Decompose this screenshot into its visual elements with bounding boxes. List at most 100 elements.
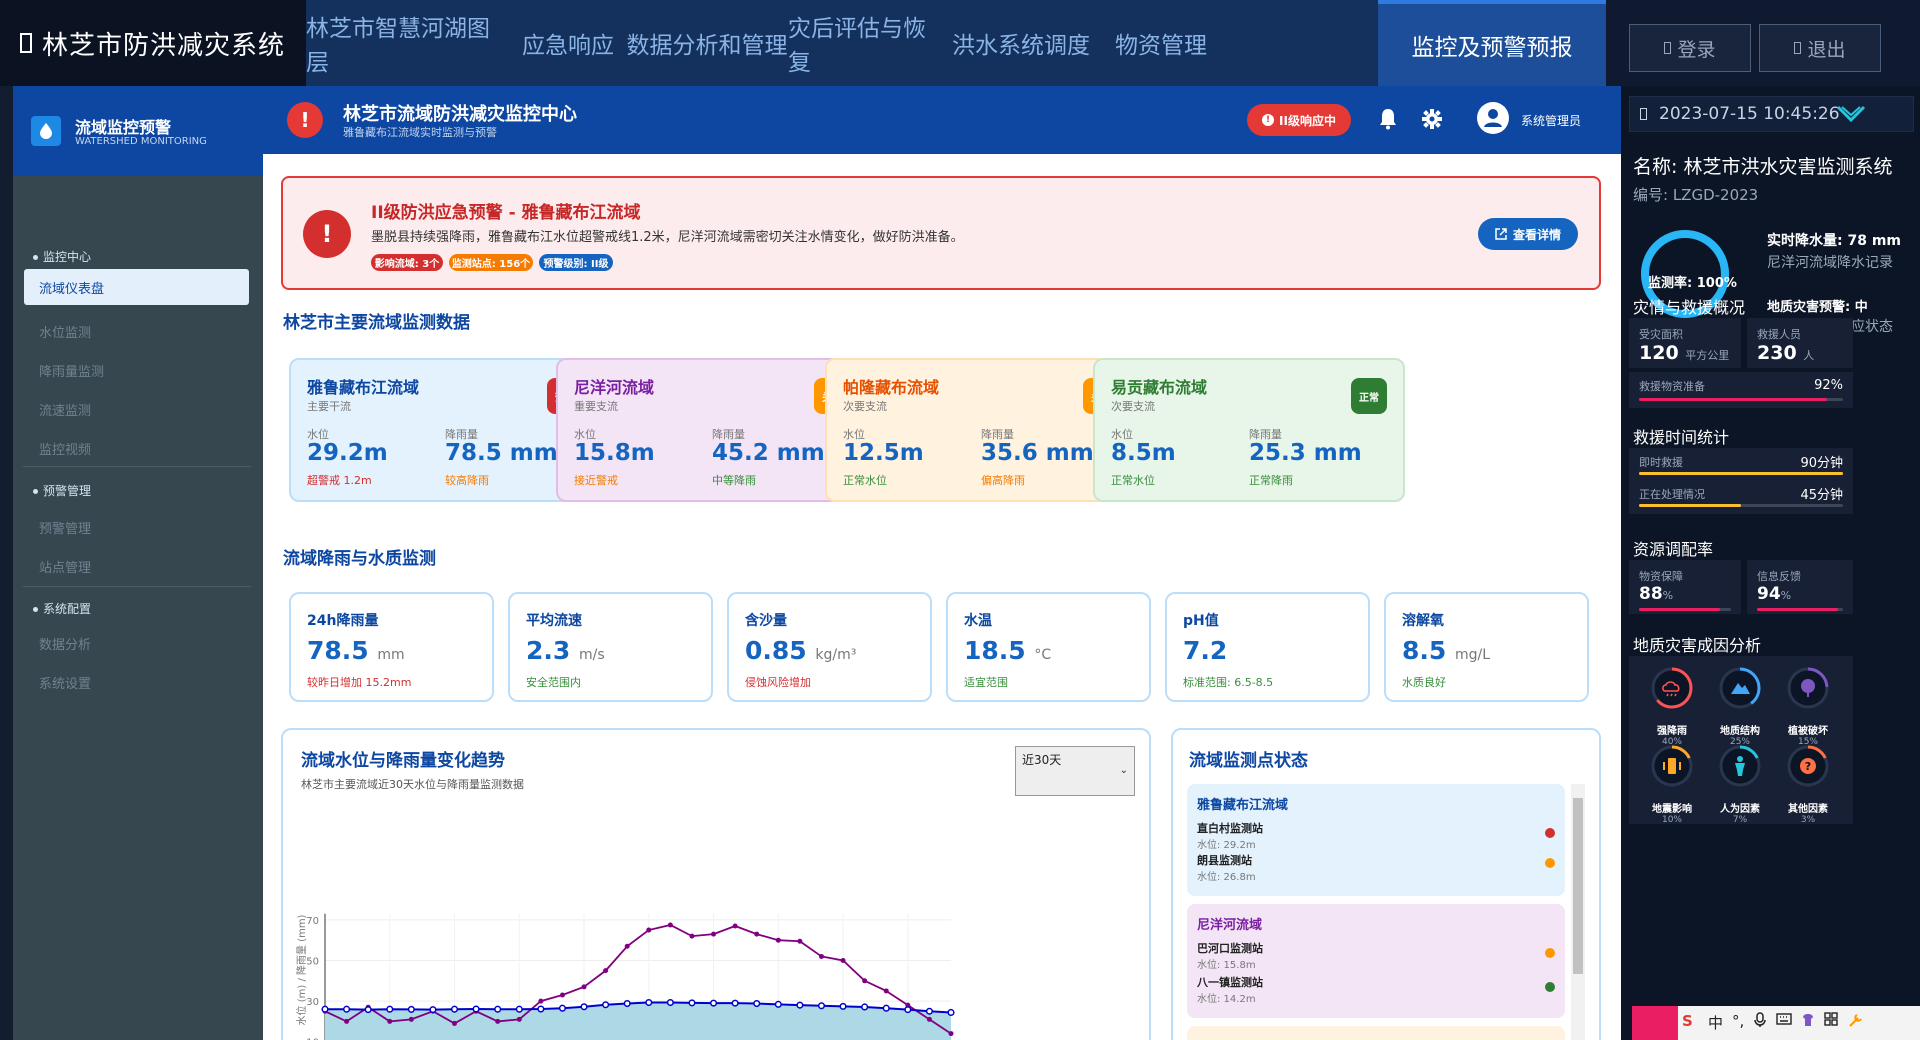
water-level-point [386, 1005, 394, 1013]
rainfall-point [538, 998, 544, 1004]
param-card-ph[interactable]: pH值 7.2 标准范围: 6.5-8.5 [1165, 592, 1370, 702]
sidebar-divider [23, 586, 251, 587]
bell-icon[interactable] [1379, 108, 1397, 130]
geo-cause-structure: 地质结构 25% [1705, 666, 1775, 747]
response-level-badge[interactable]: ! II级响应中 [1247, 104, 1351, 136]
nav-item-emergency[interactable]: 应急响应 [510, 0, 626, 86]
param-note: 较昨日增加 15.2mm [307, 676, 412, 689]
ime-language[interactable]: 中 [1708, 1012, 1723, 1033]
user-icon [1484, 109, 1502, 127]
station-status-dot [1545, 858, 1555, 868]
sidebar-item-water-level[interactable]: 水位监测 [39, 322, 91, 341]
user-name[interactable]: 系统管理员 [1521, 112, 1581, 129]
water-level-point [753, 999, 761, 1008]
param-value: 8.5 mg/L [1402, 636, 1490, 665]
sidebar-item-flow-speed[interactable]: 流速监测 [39, 400, 91, 419]
svg-text:?: ? [1805, 760, 1811, 773]
rainfall-point [408, 1016, 414, 1022]
basin-type: 主要干流 [307, 400, 351, 413]
keyboard-icon[interactable] [1776, 1012, 1792, 1030]
sidebar-item-settings[interactable]: 系统设置 [39, 673, 91, 692]
skin-icon[interactable] [1800, 1012, 1816, 1032]
response-level-label: II级响应中 [1279, 113, 1336, 128]
water-level-point [429, 1006, 437, 1014]
water-level-point [925, 1007, 933, 1015]
nav-item-materials[interactable]: 物资管理 [1096, 0, 1226, 86]
disaster-overview-title: 灾情与救援概况 [1633, 298, 1746, 317]
datetime-display[interactable]: 2023-07-15 10:45:26 [1629, 96, 1914, 132]
water-level-note: 接近警戒 [574, 474, 618, 487]
station-name[interactable]: 朗县监测站 [1197, 852, 1252, 868]
app-title: 林芝市防洪减灾系统 [42, 30, 286, 61]
water-level-point [688, 999, 696, 1007]
geo-cause-pct: 7% [1732, 815, 1748, 825]
view-details-button[interactable]: 查看详情 [1478, 218, 1578, 250]
param-card-rainfall[interactable]: 24h降雨量 78.5 mm 较昨日增加 15.2mm [289, 592, 494, 702]
resource-box-feedback: 信息反馈 94% [1747, 560, 1853, 614]
microphone-icon[interactable] [1754, 1012, 1766, 1032]
param-card-temperature[interactable]: 水温 18.5 °C 适宜范围 [946, 592, 1151, 702]
basin-name: 易贡藏布流域 [1111, 378, 1208, 397]
basin-card-yarlung[interactable]: 雅鲁藏布江流域 主要干流 预警 水位 29.2m 超警戒 1.2m 降雨量 78… [289, 358, 601, 502]
basin-card-parlung[interactable]: 帕隆藏布流域 次要支流 关注 水位 12.5m 正常水位 降雨量 35.6 mm… [825, 358, 1137, 502]
sidebar-item-dashboard[interactable]: 流域仪表盘 [24, 269, 249, 305]
chevron-down-icon[interactable] [1836, 103, 1866, 125]
basin-card-yigong[interactable]: 易贡藏布流域 次要支流 正常 水位 8.5m 正常水位 降雨量 25.3 mm … [1093, 358, 1405, 502]
sidebar-item-data-analysis[interactable]: 数据分析 [39, 634, 91, 653]
grid-icon[interactable] [1824, 1012, 1838, 1030]
water-level-point [321, 1005, 329, 1013]
punctuation-icon[interactable]: °, [1732, 1012, 1744, 1030]
param-card-flow[interactable]: 平均流速 2.3 m/s 安全范围内 [508, 592, 713, 702]
scrollbar-thumb[interactable] [1573, 798, 1583, 974]
nav-item-flood-dispatch[interactable]: 洪水系统调度 [946, 0, 1096, 86]
nav-item-data-analysis[interactable]: 数据分析和管理 [626, 0, 788, 86]
logout-button[interactable]: 退出 [1759, 24, 1881, 72]
realtime-rainfall: 实时降水量: 78 mm [1767, 233, 1902, 249]
param-card-sediment[interactable]: 含沙量 0.85 kg/m³ 侵蚀风险增加 [727, 592, 932, 702]
water-level-point [839, 1002, 847, 1010]
station-name[interactable]: 直白村监测站 [1197, 820, 1263, 836]
param-value: 7.2 [1183, 636, 1227, 665]
sidebar-item-warning-mgmt[interactable]: 预警管理 [39, 518, 91, 537]
rescue-staff-unit: 人 [1803, 349, 1815, 362]
sidebar-item-rainfall[interactable]: 降雨量监测 [39, 361, 104, 380]
rainfall-point [862, 978, 868, 984]
gear-icon[interactable] [1421, 108, 1443, 130]
resource-bar [1639, 608, 1720, 611]
time-range-select[interactable]: 近30天 ⌄ [1015, 746, 1135, 796]
tree-icon [1787, 667, 1829, 709]
station-name[interactable]: 巴河口监测站 [1197, 940, 1263, 956]
avatar[interactable] [1477, 102, 1509, 134]
nav-item-monitoring[interactable]: 监控及预警预报 [1378, 0, 1606, 86]
sidebar-divider [23, 466, 251, 467]
station-level: 水位: 15.8m [1197, 960, 1256, 971]
tools-icon[interactable] [1848, 1012, 1864, 1032]
sidebar-item-station-mgmt[interactable]: 站点管理 [39, 557, 91, 576]
nav-item-river-map[interactable]: 林芝市智慧河湖图层 [306, 0, 510, 86]
y-tick-label: 50 [306, 957, 319, 968]
station-scrollbar[interactable] [1571, 784, 1585, 1040]
basin-name: 尼洋河流域 [574, 378, 655, 397]
affected-area-unit: 平方公里 [1685, 349, 1730, 362]
tray-app-indicator[interactable] [1632, 1006, 1678, 1040]
water-level-point [817, 1002, 826, 1010]
rescue-staff-box: 救援人员 230 人 [1747, 318, 1853, 368]
sidebar-item-video[interactable]: 监控视频 [39, 439, 91, 458]
rainfall-point [667, 922, 673, 928]
basin-card-nyang[interactable]: 尼洋河流域 重要支流 关注 水位 15.8m 接近警戒 降雨量 45.2 mm … [556, 358, 868, 502]
rainfall-point [387, 1018, 393, 1024]
station-panel-title: 流域监测点状态 [1189, 751, 1308, 771]
alert-title: II级防洪应急预警 - 雅鲁藏布江流域 [371, 203, 641, 223]
nav-item-post-disaster[interactable]: 灾后评估与恢复 [788, 0, 946, 86]
station-name[interactable]: 八一镇监测站 [1197, 974, 1263, 990]
station-group-yarlung: 雅鲁藏布江流域 直白村监测站 水位: 29.2m 朗县监测站 水位: 26.8m [1187, 784, 1565, 896]
sogou-icon[interactable]: S [1682, 1012, 1693, 1030]
tag-monitoring-stations: 监测站点: 156个 [449, 254, 533, 271]
system-tray: S 中 °, [1632, 1006, 1920, 1040]
rainfall-note: 中等降雨 [712, 474, 756, 487]
login-button[interactable]: 登录 [1629, 24, 1751, 72]
question-icon: ? [1787, 745, 1829, 787]
param-card-oxygen[interactable]: 溶解氧 8.5 mg/L 水质良好 [1384, 592, 1589, 702]
system-name: 名称: 林芝市洪水灾害监测系统 [1633, 156, 1893, 178]
nav-bar: 林芝市智慧河湖图层 应急响应 数据分析和管理 灾后评估与恢复 洪水系统调度 物资… [306, 0, 1606, 86]
